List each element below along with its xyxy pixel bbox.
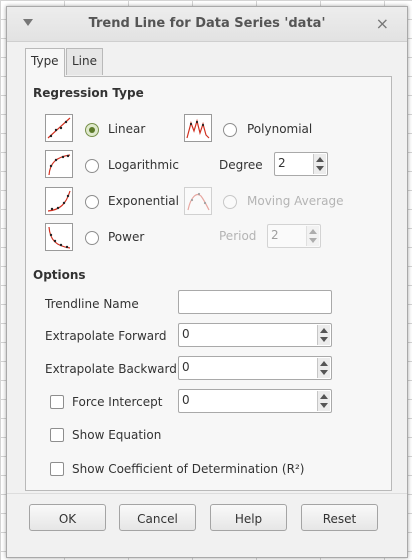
- title-bar: Trend Line for Data Series 'data' ×: [7, 7, 407, 42]
- force-intercept-spinbox[interactable]: 0: [178, 389, 332, 413]
- ok-button[interactable]: OK: [29, 504, 106, 531]
- polynomial-trend-icon[interactable]: [184, 114, 212, 142]
- logarithmic-trend-icon[interactable]: [45, 150, 73, 178]
- trendline-name-field[interactable]: [178, 290, 332, 314]
- period-spinbox: 2: [267, 224, 321, 248]
- reset-button[interactable]: Reset: [301, 504, 378, 531]
- period-label: Period: [219, 229, 257, 243]
- button-separator: [7, 493, 407, 494]
- force-intercept-label: Force Intercept: [72, 395, 163, 409]
- show-r2-label: Show Coefficient of Determination (R²): [72, 462, 305, 476]
- help-button[interactable]: Help: [210, 504, 287, 531]
- radio-linear[interactable]: [85, 123, 99, 137]
- degree-label: Degree: [219, 158, 263, 172]
- dialog-title: Trend Line for Data Series 'data': [88, 16, 326, 31]
- exponential-trend-icon[interactable]: [45, 187, 73, 215]
- radio-logarithmic[interactable]: [85, 159, 99, 173]
- show-r2-checkbox[interactable]: [50, 462, 64, 476]
- trendline-name-label: Trendline Name: [45, 297, 139, 311]
- extrapolate-forward-label: Extrapolate Forward: [45, 329, 167, 343]
- regression-type-heading: Regression Type: [33, 86, 144, 100]
- extrapolate-backward-value: 0: [182, 360, 190, 374]
- period-value: 2: [271, 228, 279, 242]
- radio-exponential[interactable]: [85, 195, 99, 209]
- degree-spinbox[interactable]: 2: [274, 152, 328, 176]
- radio-power[interactable]: [85, 231, 99, 245]
- close-icon[interactable]: ×: [376, 14, 389, 33]
- extrapolate-backward-label: Extrapolate Backward: [45, 362, 177, 376]
- force-intercept-value: 0: [182, 393, 190, 407]
- radio-polynomial[interactable]: [223, 123, 237, 137]
- degree-value: 2: [278, 156, 286, 170]
- tab-line[interactable]: Line: [66, 48, 104, 75]
- power-label: Power: [108, 230, 145, 244]
- power-trend-icon[interactable]: [45, 223, 73, 251]
- extrapolate-forward-spinbox[interactable]: 0: [178, 323, 332, 347]
- extrapolate-forward-value: 0: [182, 327, 190, 341]
- linear-trend-icon[interactable]: [45, 114, 73, 142]
- extrapolate-forward-arrows[interactable]: [317, 325, 330, 345]
- moving-average-trend-icon: [184, 187, 212, 215]
- moving-average-label: Moving Average: [247, 194, 344, 208]
- show-equation-checkbox[interactable]: [50, 428, 64, 442]
- tab-type[interactable]: Type: [25, 48, 65, 77]
- trend-line-dialog: Trend Line for Data Series 'data' × Type…: [6, 6, 408, 558]
- type-tab-panel: Regression Type Linear Polynomial Logari…: [25, 76, 392, 491]
- logarithmic-label: Logarithmic: [108, 158, 179, 172]
- polynomial-label: Polynomial: [247, 122, 313, 136]
- show-equation-label: Show Equation: [72, 428, 162, 442]
- cancel-button[interactable]: Cancel: [119, 504, 196, 531]
- linear-label: Linear: [108, 122, 146, 136]
- radio-moving-average: [223, 195, 237, 209]
- extrapolate-backward-spinbox[interactable]: 0: [178, 356, 332, 380]
- extrapolate-backward-arrows[interactable]: [317, 358, 330, 378]
- exponential-label: Exponential: [108, 194, 179, 208]
- force-intercept-checkbox[interactable]: [50, 395, 64, 409]
- options-heading: Options: [33, 268, 86, 282]
- force-intercept-arrows[interactable]: [317, 391, 330, 411]
- degree-spin-arrows[interactable]: [313, 154, 326, 174]
- period-spin-arrows: [306, 226, 319, 246]
